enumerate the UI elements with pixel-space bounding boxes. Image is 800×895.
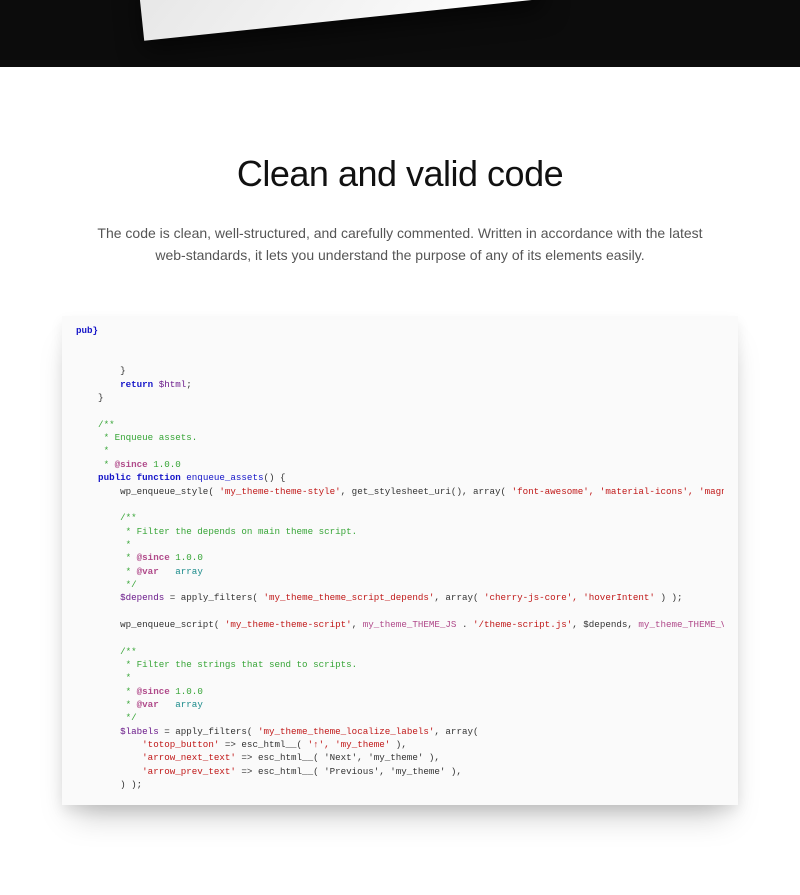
code-token: } [76, 392, 104, 403]
code-keyword: public function [76, 472, 181, 483]
code-comment: * [76, 686, 137, 697]
code-comment: */ [76, 712, 137, 723]
code-string: , 'magnific-popup' [688, 486, 724, 497]
code-comment: /** [76, 419, 115, 430]
code-token: => esc_html__( 'Next', 'my_theme' ), [236, 752, 440, 763]
code-string: 'cherry-js-core' [484, 592, 572, 603]
code-token: ; [186, 379, 192, 390]
code-token: } [76, 365, 126, 376]
code-var: $depends [76, 592, 164, 603]
code-const: my_theme_THEME_JS [363, 619, 457, 630]
code-token: wp_enqueue_style( [76, 486, 219, 497]
code-token: $html [153, 379, 186, 390]
code-comment: * Filter the depends on main theme scrip… [76, 526, 357, 537]
code-token: , [352, 619, 363, 630]
code-token: ) ); [655, 592, 683, 603]
code-string: 'my_theme-theme-script' [225, 619, 352, 630]
code-string: , 'material-icons' [589, 486, 688, 497]
code-token: , array( [434, 726, 478, 737]
code-token: = apply_filters( [159, 726, 258, 737]
section-subtext: The code is clean, well-structured, and … [95, 223, 705, 266]
code-string: 'my_theme_theme_script_depends' [263, 592, 434, 603]
code-comment: * Enqueue assets. [76, 432, 197, 443]
code-string: 'arrow_prev_text' [76, 766, 236, 777]
code-tag: @since [137, 552, 170, 563]
code-tag: @since [115, 459, 148, 470]
code-comment: /** [76, 512, 137, 523]
code-sample-card: pub} } return $html; } /** * Enqueue ass… [62, 316, 738, 805]
code-method: enqueue_assets [181, 472, 264, 483]
code-string: 'font-awesome' [512, 486, 589, 497]
code-token: array [159, 699, 203, 710]
code-string: '↑' [308, 739, 325, 750]
code-comment: * Filter the strings that send to script… [76, 659, 357, 670]
code-comment: * [76, 699, 137, 710]
section-heading: Clean and valid code [50, 153, 750, 195]
code-comment: * [76, 459, 115, 470]
code-token: wp_enqueue_script( [76, 619, 225, 630]
code-string: 'arrow_next_text' [76, 752, 236, 763]
code-string: 'totop_button' [76, 739, 219, 750]
code-string: '/theme-script.js' [473, 619, 572, 630]
code-comment: * [76, 445, 109, 456]
code-token: => esc_html__( 'Previous', 'my_theme' ), [236, 766, 462, 777]
code-comment: * [76, 672, 131, 683]
code-token: return [76, 379, 153, 390]
code-token: 1.0.0 [170, 552, 203, 563]
code-comment: * [76, 566, 137, 577]
code-const: my_theme_THEME_VERSION [638, 619, 724, 630]
code-token: , $depends, [572, 619, 638, 630]
code-comment: * [76, 539, 131, 550]
code-token: ) ); [76, 779, 142, 790]
code-token: , array( [434, 592, 484, 603]
code-token: => esc_html__( [219, 739, 307, 750]
clean-code-section: Clean and valid code The code is clean, … [0, 67, 800, 296]
code-token: ), [390, 739, 407, 750]
code-token: 1.0.0 [170, 686, 203, 697]
code-comment: * [76, 552, 137, 563]
code-tag: @since [137, 686, 170, 697]
code-block: pub} } return $html; } /** * Enqueue ass… [76, 324, 724, 791]
code-string: 'my_theme_theme_localize_labels' [258, 726, 434, 737]
code-token: = apply_filters( [164, 592, 263, 603]
code-string: , 'my_theme' [324, 739, 390, 750]
code-tag: @var [137, 566, 159, 577]
code-tag: @var [137, 699, 159, 710]
hero-dark-band [0, 0, 800, 67]
code-token: array [159, 566, 203, 577]
code-string: 'my_theme-theme-style' [219, 486, 340, 497]
code-string: , 'hoverIntent' [572, 592, 655, 603]
code-token: pub} [76, 325, 98, 336]
code-token: 1.0.0 [148, 459, 181, 470]
code-token: () { [263, 472, 285, 483]
code-comment: /** [76, 646, 137, 657]
code-var: $labels [76, 726, 159, 737]
code-token: . [456, 619, 473, 630]
code-token: , get_stylesheet_uri(), array( [341, 486, 512, 497]
code-comment: */ [76, 579, 137, 590]
